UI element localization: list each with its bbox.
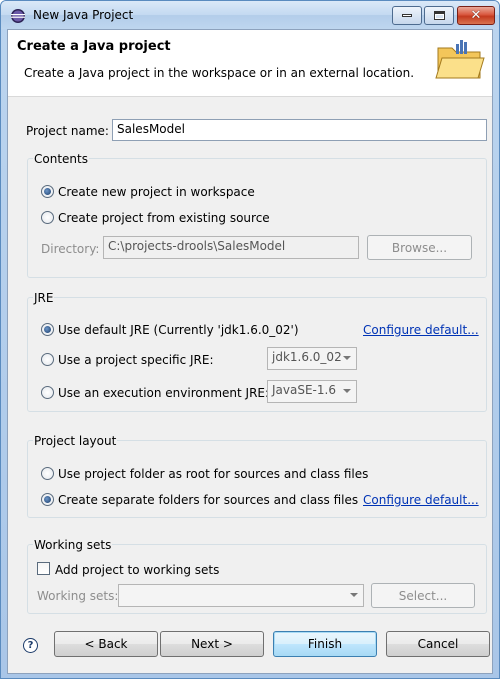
chevron-down-icon [343,356,351,360]
specific-jre-label[interactable]: Use a project specific JRE: [58,353,214,367]
maximize-button[interactable] [424,6,454,25]
page-description: Create a Java project in the workspace o… [24,66,415,80]
env-jre-value: JavaSE-1.6 [272,383,336,397]
browse-button[interactable]: Browse... [367,235,472,260]
specific-jre-radio[interactable] [41,353,54,366]
existing-source-label[interactable]: Create project from existing source [58,211,270,225]
java-project-folder-icon [435,40,485,79]
page-title: Create a Java project [17,39,171,54]
new-project-radio[interactable] [41,185,54,198]
finish-button[interactable]: Finish [273,631,377,657]
contents-group-title: Contents [33,152,89,166]
help-icon[interactable]: ? [23,638,38,653]
add-working-sets-label[interactable]: Add project to working sets [55,563,219,577]
eclipse-icon [11,9,25,23]
configure-layout-link[interactable]: Configure default... [363,493,479,507]
env-jre-label[interactable]: Use an execution environment JRE: [58,386,269,400]
cancel-button[interactable]: Cancel [386,631,490,657]
directory-label: Directory: [41,242,100,256]
new-project-label[interactable]: Create new project in workspace [58,185,255,199]
separate-folders-radio[interactable] [41,493,54,506]
minimize-icon [402,14,412,17]
env-jre-radio[interactable] [41,386,54,399]
project-name-label: Project name: [26,124,109,138]
dialog-body: Create a Java project Create a Java proj… [7,29,493,674]
chevron-down-icon [350,593,358,597]
default-jre-radio[interactable] [41,323,54,336]
project-layout-group-title: Project layout [33,434,118,448]
directory-input[interactable]: C:\projects-drools\SalesModel [103,236,359,259]
specific-jre-value: jdk1.6.0_02 [272,350,342,364]
working-sets-group-title: Working sets [33,538,113,552]
chevron-down-icon [343,389,351,393]
root-folder-label[interactable]: Use project folder as root for sources a… [58,467,368,481]
minimize-button[interactable] [392,6,422,25]
working-sets-label: Working sets: [37,589,119,603]
specific-jre-select[interactable]: jdk1.6.0_02 [267,347,357,370]
add-working-sets-checkbox[interactable] [37,562,50,575]
title-bar[interactable]: New Java Project ✕ [1,1,499,29]
default-jre-label[interactable]: Use default JRE (Currently 'jdk1.6.0_02'… [58,323,299,337]
window-title: New Java Project [33,8,134,22]
close-button[interactable]: ✕ [457,6,495,25]
jre-group-title: JRE [33,291,55,305]
existing-source-radio[interactable] [41,211,54,224]
project-name-input[interactable]: SalesModel [112,119,487,141]
wizard-header: Create a Java project Create a Java proj… [8,30,492,97]
next-button[interactable]: Next > [160,631,264,657]
separate-folders-label[interactable]: Create separate folders for sources and … [58,493,358,507]
select-working-sets-button[interactable]: Select... [371,583,475,608]
back-button[interactable]: < Back [54,631,158,657]
dialog-window: New Java Project ✕ Create a Java project… [0,0,500,679]
configure-jre-link[interactable]: Configure default... [363,323,479,337]
root-folder-radio[interactable] [41,467,54,480]
maximize-icon [433,11,445,20]
env-jre-select[interactable]: JavaSE-1.6 [267,380,357,403]
working-sets-select[interactable] [118,584,364,607]
close-icon: ✕ [470,8,482,23]
